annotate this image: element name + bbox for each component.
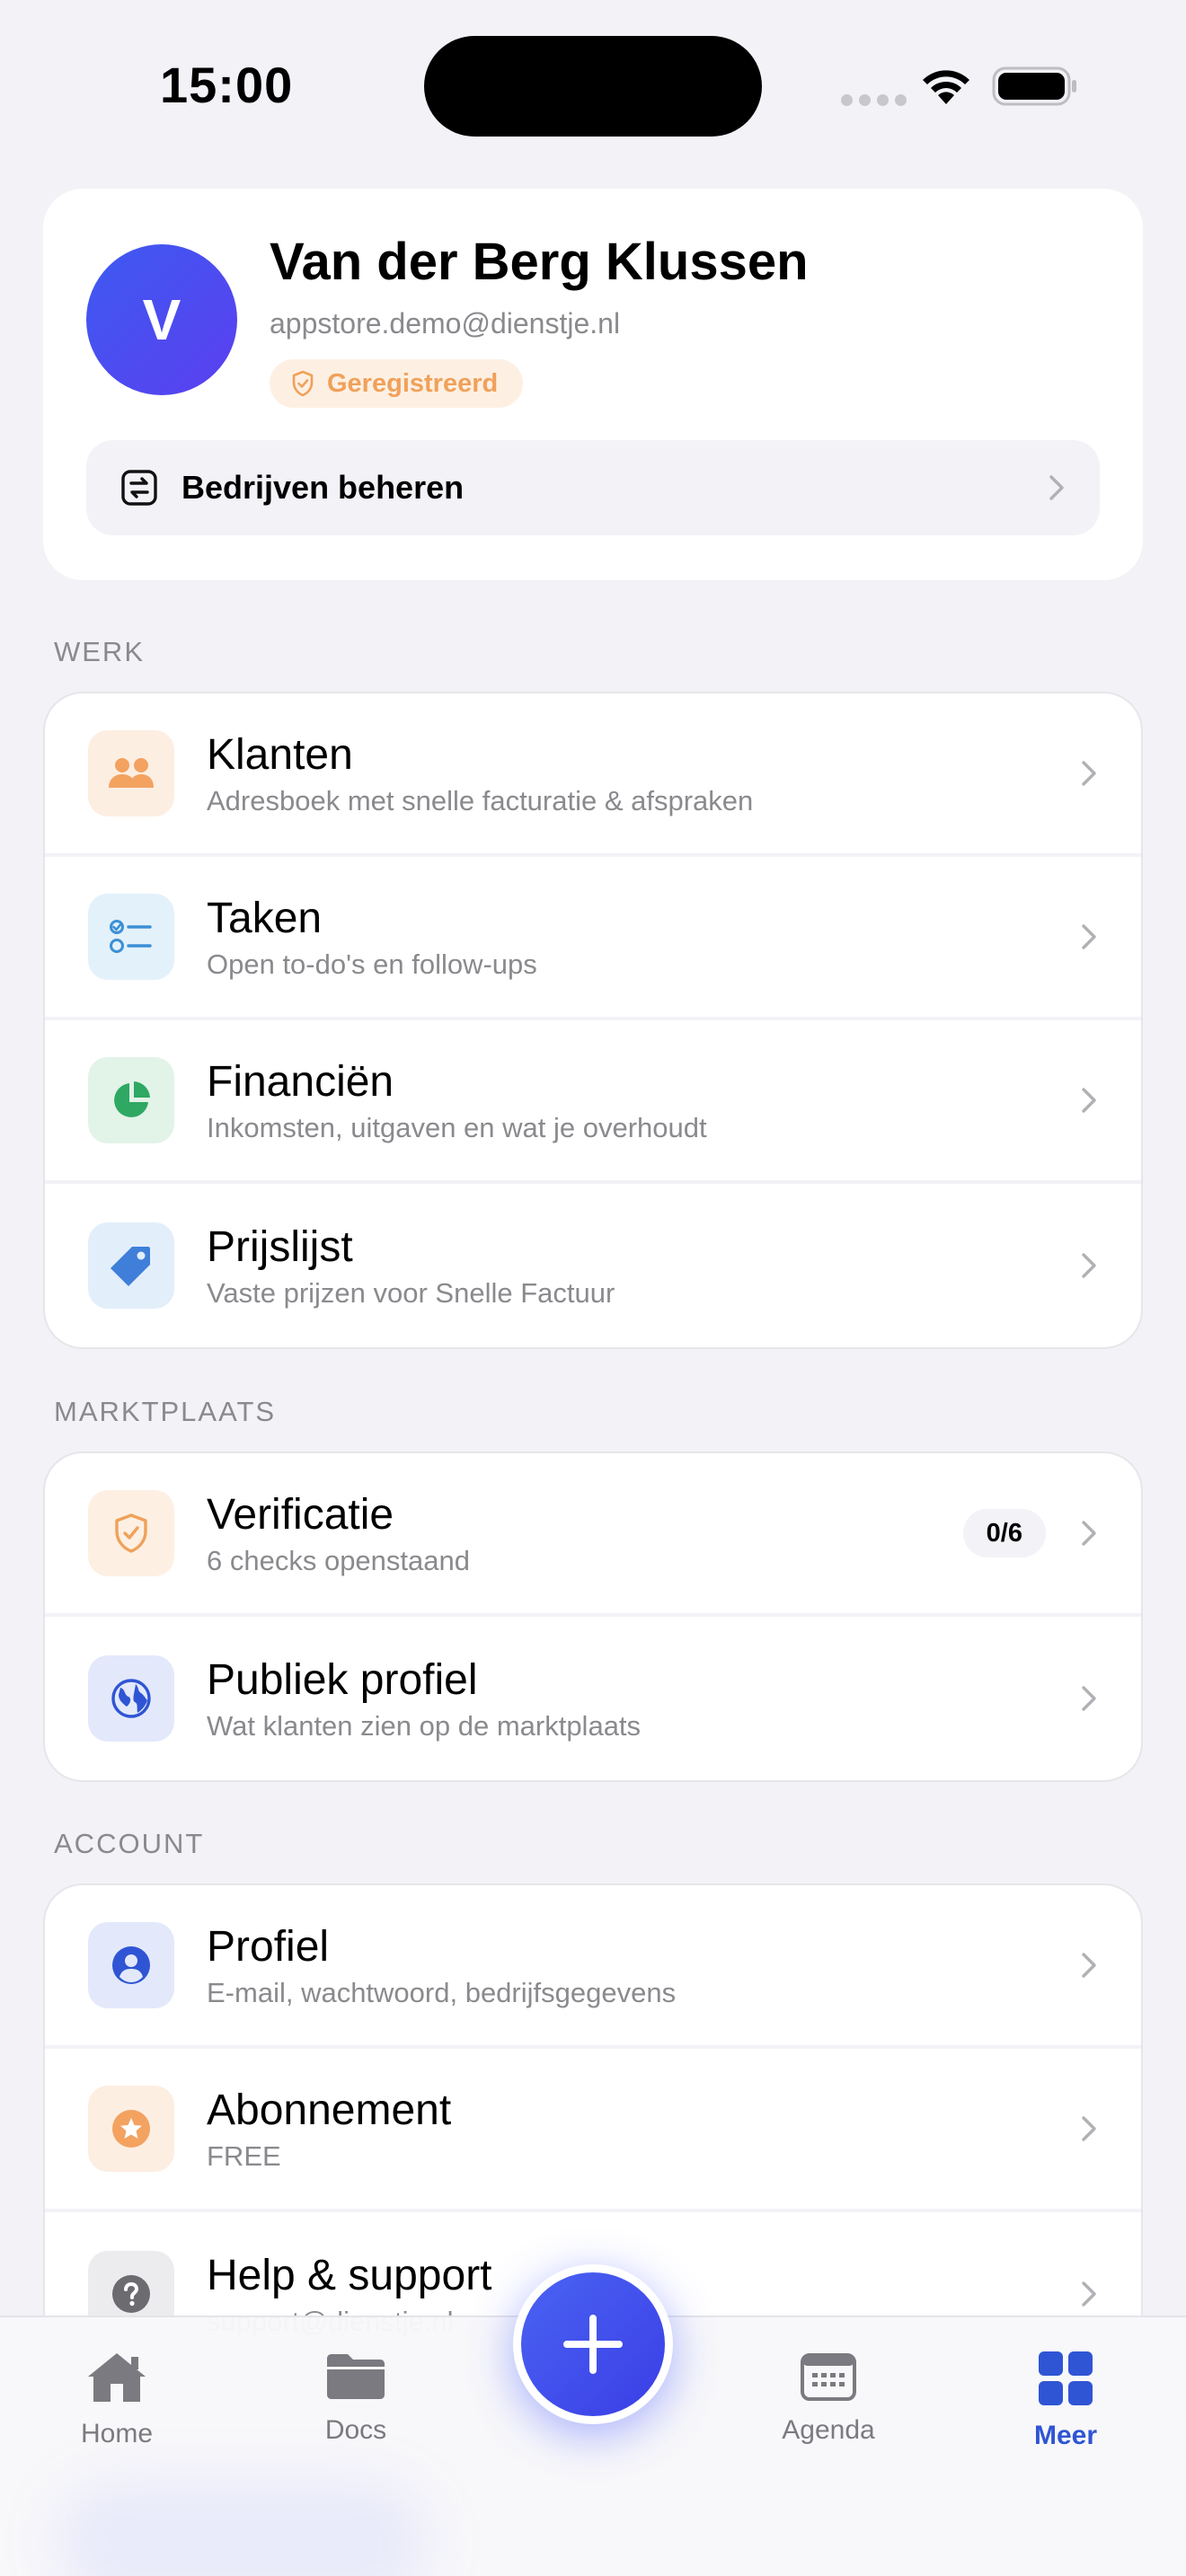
company-name: Van der Berg Klussen (270, 233, 809, 291)
menu-item-subtitle: Inkomsten, uitgaven en wat je overhoudt (207, 1112, 707, 1143)
avatar[interactable]: V (86, 244, 237, 395)
company-email: appstore.demo@dienstje.nl (270, 307, 621, 340)
menu-item-title: Klanten (207, 731, 353, 779)
tab-agenda[interactable]: Agenda (748, 2350, 909, 2446)
menu-item-title: Taken (207, 895, 323, 942)
profile-card: V Van der Berg Klussen appstore.demo@die… (43, 189, 1143, 580)
group-marktplaats: Verificatie 6 checks openstaand 0/6 Publ… (43, 1451, 1143, 1782)
manage-businesses-label: Bedrijven beheren (181, 469, 465, 506)
progress-badge: 0/6 (962, 1509, 1046, 1557)
home-indicator-glow (54, 2479, 431, 2576)
chevron-right-icon (1082, 2116, 1096, 2141)
menu-item-title: Financiën (207, 1058, 394, 1106)
checklist-icon (88, 894, 174, 980)
menu-item-subtitle: FREE (207, 2140, 281, 2172)
tab-label: Agenda (782, 2415, 875, 2445)
manage-businesses-button[interactable]: Bedrijven beheren (86, 440, 1100, 535)
group-werk: Klanten Adresboek met snelle facturatie … (43, 692, 1143, 1349)
add-button-inner (521, 2272, 665, 2416)
calendar-icon (801, 2353, 856, 2401)
folder-icon (327, 2354, 385, 2399)
status-badge-label: Geregistreerd (327, 368, 499, 398)
chevron-right-icon (1082, 1686, 1096, 1711)
menu-item-profiel[interactable]: Profiel E-mail, wachtwoord, bedrijfsgege… (45, 1885, 1141, 2049)
chevron-right-icon (1082, 761, 1096, 786)
tag-icon (88, 1222, 174, 1309)
chevron-right-icon (1082, 2281, 1096, 2307)
section-header-marktplaats: MARKTPLAATS (54, 1396, 277, 1427)
menu-item-title: Profiel (207, 1923, 330, 1971)
shield-check-icon (88, 1490, 174, 1576)
menu-item-subtitle: Wat klanten zien op de marktplaats (207, 1710, 642, 1742)
menu-item-title: Abonnement (207, 2086, 452, 2134)
shield-check-icon (292, 370, 314, 397)
menu-item-publiek-profiel[interactable]: Publiek profiel Wat klanten zien op de m… (45, 1617, 1141, 1780)
people-icon (88, 730, 174, 816)
tab-docs[interactable]: Docs (275, 2350, 437, 2446)
globe-icon (88, 1655, 174, 1742)
chevron-right-icon (1082, 1253, 1096, 1278)
menu-item-title: Verificatie (207, 1491, 394, 1539)
tab-meer[interactable]: Meer (985, 2350, 1146, 2451)
star-circle-icon (88, 2086, 174, 2172)
status-time: 15:00 (160, 57, 294, 113)
tab-label: Docs (324, 2415, 387, 2445)
status-badge: Geregistreerd (270, 359, 524, 408)
tab-label: Meer (1033, 2421, 1098, 2450)
grid-icon (1039, 2351, 1093, 2405)
section-header-werk: WERK (54, 636, 145, 667)
menu-item-subtitle: 6 checks openstaand (207, 1545, 470, 1576)
dynamic-island (424, 36, 762, 137)
menu-item-taken[interactable]: Taken Open to-do's en follow-ups (45, 857, 1141, 1020)
battery-icon (992, 66, 1076, 106)
tab-label: Home (80, 2419, 154, 2448)
menu-item-financien[interactable]: Financiën Inkomsten, uitgaven en wat je … (45, 1020, 1141, 1184)
house-icon (88, 2353, 146, 2402)
menu-item-subtitle: Open to-do's en follow-ups (207, 948, 537, 980)
menu-item-subtitle: Vaste prijzen voor Snelle Factuur (207, 1277, 615, 1309)
tab-home[interactable]: Home (36, 2350, 198, 2449)
signal-icon (841, 94, 907, 106)
menu-item-abonnement[interactable]: Abonnement FREE (45, 2049, 1141, 2212)
chevron-right-icon (1082, 1953, 1096, 1978)
switch-icon (121, 470, 157, 506)
chevron-right-icon (1082, 1521, 1096, 1546)
menu-item-title: Prijslijst (207, 1223, 353, 1271)
plus-icon (563, 2315, 623, 2374)
add-button[interactable] (513, 2264, 673, 2424)
pie-chart-icon (88, 1057, 174, 1143)
person-circle-icon (88, 1922, 174, 2008)
chevron-right-icon (1082, 1088, 1096, 1113)
menu-item-klanten[interactable]: Klanten Adresboek met snelle facturatie … (45, 693, 1141, 857)
menu-item-prijslijst[interactable]: Prijslijst Vaste prijzen voor Snelle Fac… (45, 1184, 1141, 1347)
wifi-icon (923, 70, 969, 104)
menu-item-verificatie[interactable]: Verificatie 6 checks openstaand 0/6 (45, 1453, 1141, 1617)
chevron-right-icon (1049, 475, 1064, 500)
menu-item-subtitle: E-mail, wachtwoord, bedrijfsgegevens (207, 1977, 677, 2008)
menu-item-title: Publiek profiel (207, 1656, 478, 1704)
menu-item-subtitle: Adresboek met snelle facturatie & afspra… (207, 785, 754, 816)
chevron-right-icon (1082, 924, 1096, 949)
status-bar: 15:00 (0, 0, 1186, 171)
section-header-account: ACCOUNT (54, 1828, 205, 1859)
